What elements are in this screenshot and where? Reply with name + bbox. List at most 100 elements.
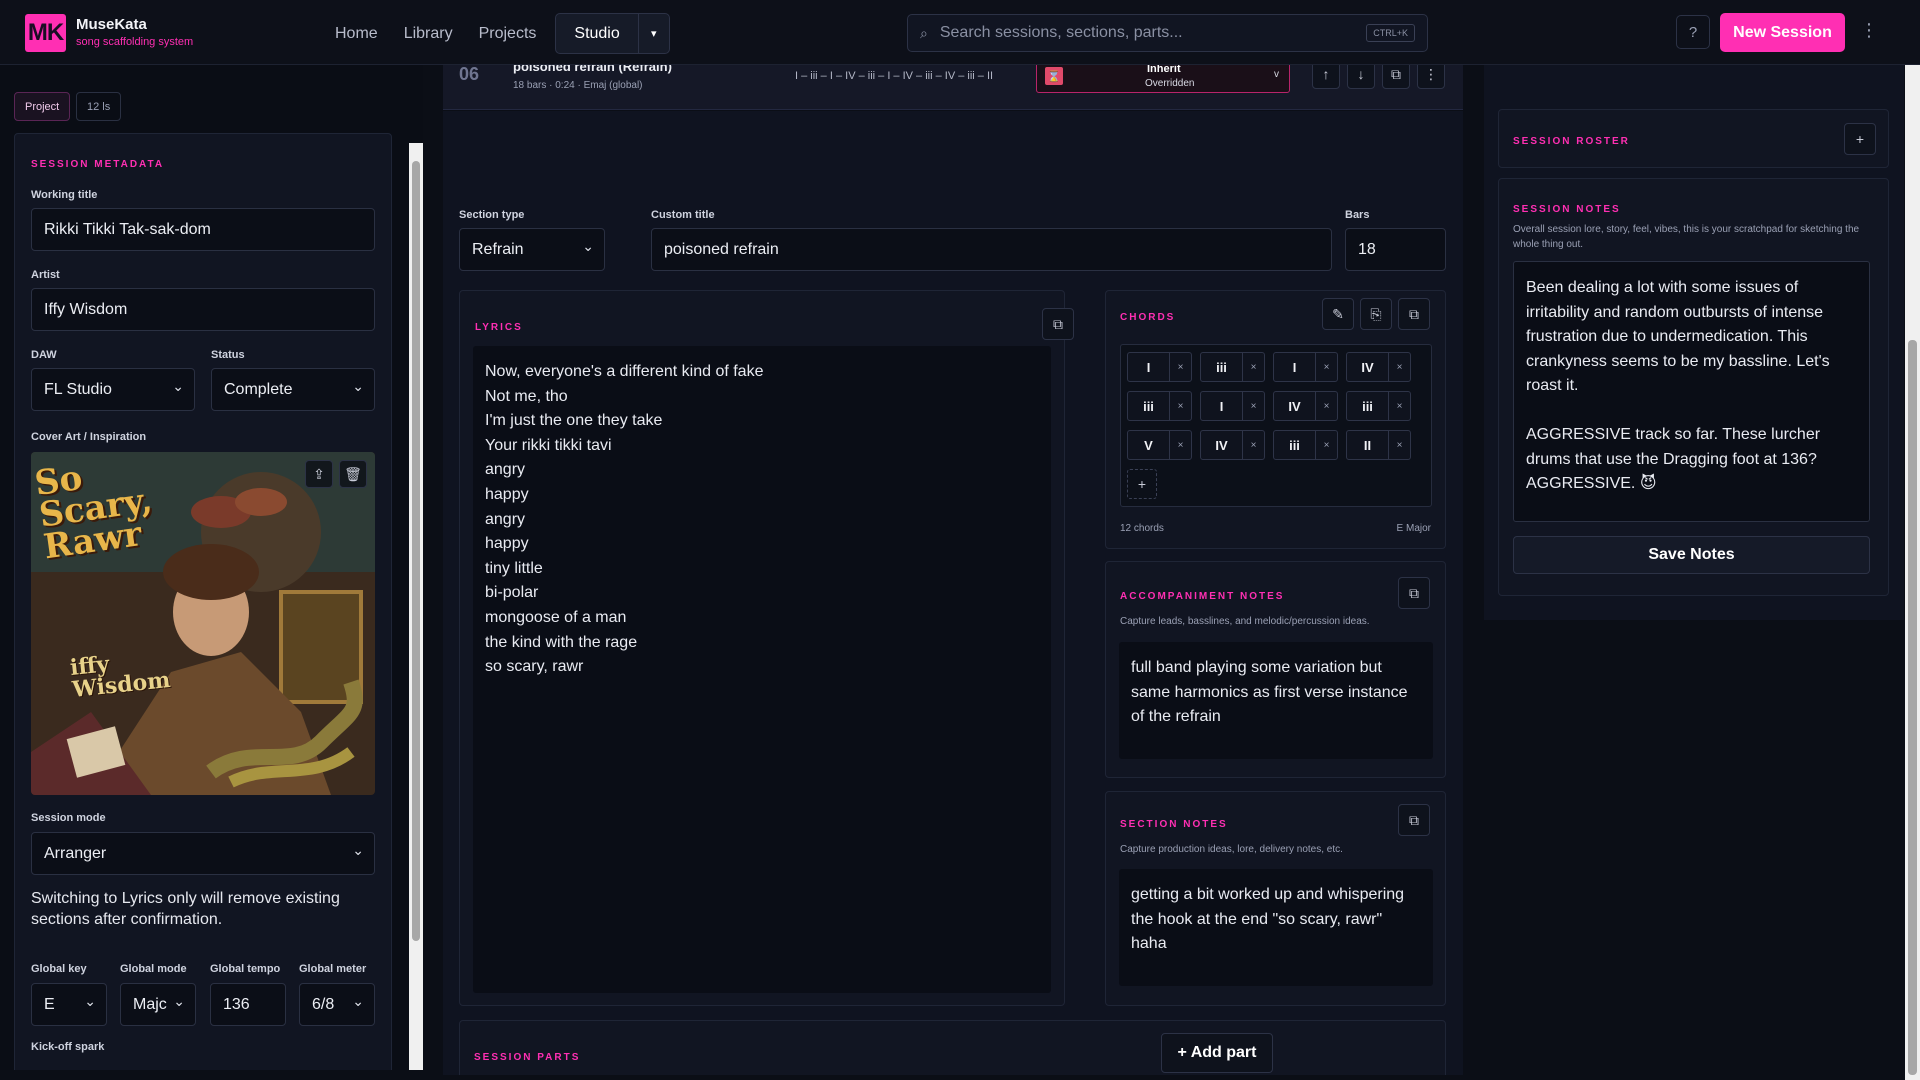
add-part-button[interactable]: + Add part [1161,1033,1273,1073]
lyrics-card: LYRICS ⧉ Now, everyone's a different kin… [459,290,1074,1006]
lyrics-heading: LYRICS [475,322,523,333]
chord-chip[interactable]: I × [1273,352,1338,382]
remove-chord-icon[interactable]: × [1316,392,1337,420]
tab-ls[interactable]: 12 ls [76,92,122,121]
scroll-thumb[interactable] [412,161,420,941]
add-icon[interactable]: + [1844,123,1876,155]
field-label: Bars [1345,209,1370,221]
lyric-line: angry [485,461,526,479]
chord-chip[interactable]: iii × [1200,352,1265,382]
global-mode-select[interactable]: Majc [120,983,196,1026]
chord-label: iii [1128,392,1170,420]
remove-chord-icon[interactable]: × [1170,431,1191,459]
remove-chord-icon[interactable]: × [1170,392,1191,420]
accompaniment-textarea[interactable]: full band playing some variation but sam… [1119,642,1433,759]
chord-chip[interactable]: iii × [1273,430,1338,460]
remove-chord-icon[interactable]: × [1316,353,1337,381]
remove-chord-icon[interactable]: × [1316,431,1337,459]
remove-chord-icon[interactable]: × [1243,431,1264,459]
chord-label: iii [1201,353,1243,381]
replace-image-icon[interactable]: ⇪ [305,460,333,488]
search-input[interactable]: ⌕ Search sessions, sections, parts... CT… [907,14,1428,52]
session-notes-hint: Overall session lore, story, feel, vibes… [1513,224,1860,250]
field-label: Session mode [31,812,106,824]
copy-icon[interactable]: ⧉ [1398,804,1430,836]
nav-home[interactable]: Home [324,16,389,52]
edit-icon[interactable]: ✎ [1322,298,1354,330]
artist-input[interactable]: Iffy Wisdom [31,288,375,331]
inherit-select[interactable]: ⌛ Inherit Overridden v [1036,65,1290,93]
left-scrollbar-vertical[interactable] [409,143,423,1070]
lyric-line: happy [485,535,529,553]
section-row-header[interactable]: 06 poisoned refrain (Refrain) 18 bars · … [443,65,1463,110]
nav-studio-label[interactable]: Studio [556,14,639,53]
tab-project[interactable]: Project [14,92,71,121]
section-notes-hint: Capture production ideas, lore, delivery… [1120,844,1343,855]
chord-chip[interactable]: iii × [1127,391,1192,421]
daw-select[interactable]: FL Studio [31,368,195,411]
working-title-input[interactable]: Rikki Tikki Tak-sak-dom [31,208,375,251]
mode-note: Switching to Lyrics only will remove exi… [31,890,340,928]
section-type-select[interactable]: Refrain [459,228,605,271]
page-scrollbar[interactable] [1905,65,1920,1080]
app-name: MuseKata [76,16,147,33]
remove-chord-icon[interactable]: × [1243,392,1264,420]
session-notes-textarea[interactable]: Been dealing a lot with some issues of i… [1513,261,1870,522]
chord-chip[interactable]: IV × [1200,430,1265,460]
session-notes-paragraph: AGGRESSIVE track so far. These lurcher d… [1526,425,1821,493]
lyric-line: Now, everyone's a different kind of fake [485,363,764,380]
remove-chord-icon[interactable]: × [1243,353,1264,381]
move-down-icon[interactable]: ↓ [1347,65,1375,89]
move-up-icon[interactable]: ↑ [1312,65,1340,89]
help-icon[interactable]: ? [1676,15,1710,49]
chord-chip[interactable]: IV × [1273,391,1338,421]
lyrics-textarea[interactable]: Now, everyone's a different kind of fake… [473,346,1051,993]
delete-image-icon[interactable]: 🗑 [339,460,367,488]
chord-chip[interactable]: IV × [1346,352,1411,382]
copy-icon[interactable]: ⧉ [1398,577,1430,609]
chord-key: E Major [1396,523,1431,534]
bars-input[interactable]: 18 [1345,228,1446,271]
section-heading: SESSION METADATA [31,159,165,170]
copy-icon[interactable]: ⧉ [1398,298,1430,330]
remove-chord-icon[interactable]: × [1170,353,1191,381]
cover-art-image[interactable]: So Scary, Rawr iffy Wisdom ⇪ 🗑 [31,452,375,795]
chord-label: IV [1274,392,1316,420]
accompaniment-hint: Capture leads, basslines, and melodic/pe… [1120,616,1370,627]
app-logo[interactable]: MK [25,14,66,52]
chord-chip[interactable]: I × [1200,391,1265,421]
section-notes-textarea[interactable]: getting a bit worked up and whispering t… [1119,869,1433,986]
field-label: Global tempo [210,963,281,975]
global-tempo-input[interactable]: 136 [210,983,286,1026]
remove-chord-icon[interactable]: × [1389,353,1410,381]
section-notes-heading: SECTION NOTES [1120,819,1228,830]
session-metadata-card: SESSION METADATA Working title Rikki Tik… [14,133,392,1070]
global-key-select[interactable]: E [31,983,107,1026]
new-session-button[interactable]: New Session [1720,13,1845,52]
more-icon[interactable]: ⋮ [1417,65,1445,89]
chord-chip[interactable]: V × [1127,430,1192,460]
studio-dropdown-icon[interactable]: ▾ [639,27,669,40]
remove-chord-icon[interactable]: × [1389,431,1410,459]
custom-title-input[interactable]: poisoned refrain [651,228,1332,271]
duplicate-icon[interactable]: ⧉ [1382,65,1410,89]
add-chord-button[interactable]: + [1127,469,1157,499]
chord-chip[interactable]: iii × [1346,391,1411,421]
session-mode-select[interactable]: Arranger [31,832,375,875]
chord-chip[interactable]: I × [1127,352,1192,382]
status-select[interactable]: Complete [211,368,375,411]
global-meter-select[interactable]: 6/8 [299,983,375,1026]
nav-library[interactable]: Library [393,16,464,52]
copy-icon[interactable]: ⧉ [1042,308,1074,340]
session-notes-paragraph: Been dealing a lot with some issues of i… [1526,279,1830,395]
nav-projects[interactable]: Projects [468,16,548,52]
more-icon[interactable]: ⋮ [1860,20,1878,41]
chord-chip[interactable]: II × [1346,430,1411,460]
save-notes-button[interactable]: Save Notes [1513,536,1870,574]
paste-icon[interactable]: ⎘ [1360,298,1392,330]
field-label: Global meter [299,963,367,975]
scroll-thumb[interactable] [1908,340,1917,1075]
overridden-label: Overridden [1145,78,1195,89]
remove-chord-icon[interactable]: × [1389,392,1410,420]
